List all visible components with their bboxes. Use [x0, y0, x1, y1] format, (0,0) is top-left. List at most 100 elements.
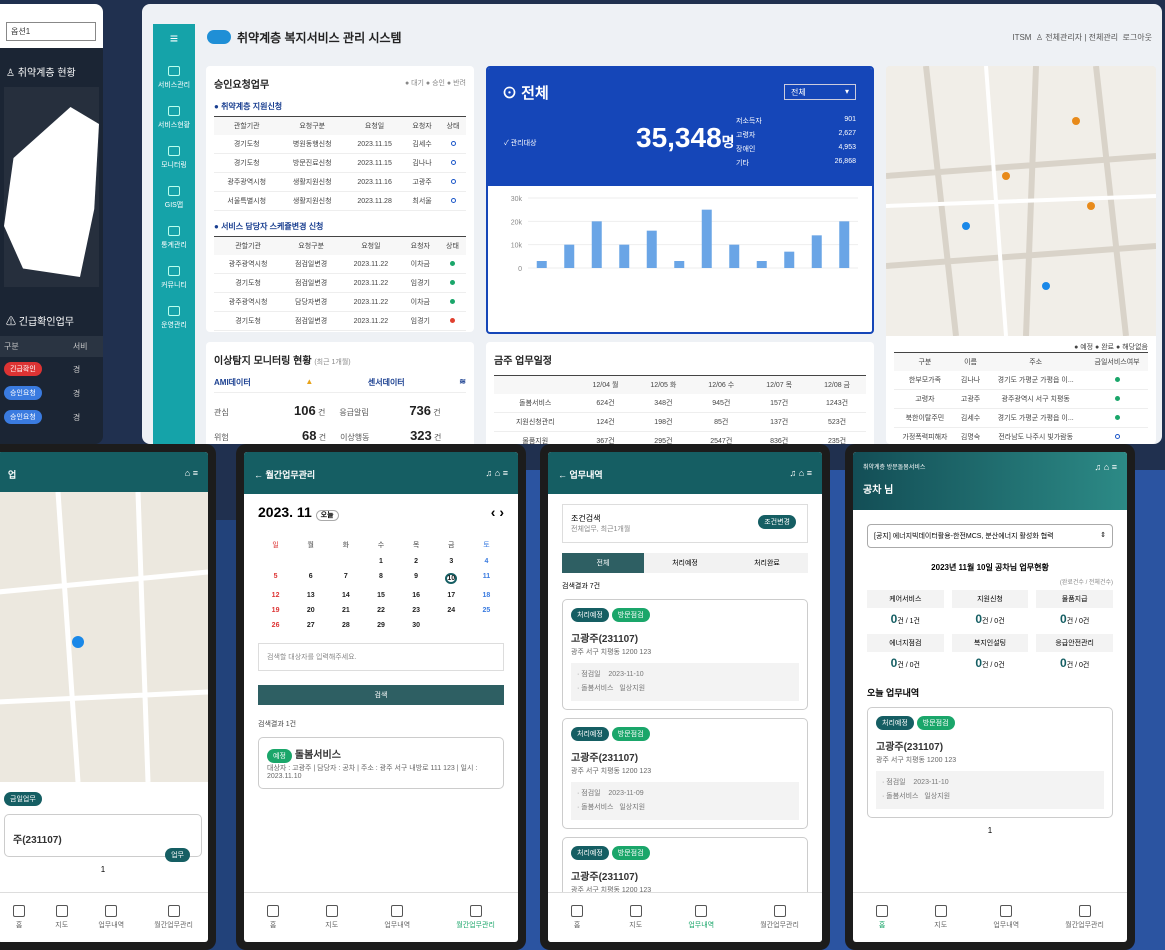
- tab-map[interactable]: 지도: [55, 905, 68, 930]
- tab-monthly[interactable]: 월간업무관리: [456, 905, 495, 930]
- calendar-day[interactable]: 13: [293, 592, 328, 599]
- list-item[interactable]: 처리예정방문점검고광주(231107)광주 서구 치평동 1200 123· 점…: [562, 599, 808, 710]
- table-row[interactable]: 광주광역시청 점검일변경 2023.11.22 이차금: [214, 255, 466, 274]
- itsm-link[interactable]: ITSM: [1012, 33, 1031, 42]
- table-row[interactable]: 경기도청 방문진료신청 2023.11.15 김나나: [214, 153, 466, 173]
- calendar-day[interactable]: 7: [328, 573, 363, 584]
- tab-history[interactable]: 업무내역: [98, 905, 124, 930]
- result-item[interactable]: 예정 돌봄서비스 대상자 : 고광주 | 담당자 : 공차 | 주소 : 광주 서구…: [258, 737, 504, 789]
- bar[interactable]: [839, 221, 850, 268]
- table-row[interactable]: 물품지원 367건 295건 2547건 836건 235건: [494, 431, 866, 444]
- calendar-day[interactable]: 28: [328, 622, 363, 629]
- phone-map[interactable]: [0, 491, 208, 783]
- tab-home[interactable]: 홈: [13, 905, 26, 930]
- table-row[interactable]: 한부모가족 김나나 경기도 가평군 가평읍 이...: [894, 371, 1148, 390]
- calendar-day[interactable]: 19: [258, 607, 293, 614]
- tab-history[interactable]: 업무내역: [993, 905, 1019, 930]
- bar[interactable]: [564, 244, 575, 268]
- status-cell[interactable]: 복지인설팅 0건 / 0건: [951, 634, 1029, 670]
- tab-home[interactable]: 홈: [267, 905, 280, 930]
- tab-home[interactable]: 홈: [571, 905, 584, 930]
- list-item[interactable]: 처리예정방문점검고광주(231107)광주 서구 치평동 1200 123· 점…: [867, 707, 1113, 818]
- bar[interactable]: [619, 244, 630, 268]
- calendar-day[interactable]: 17: [434, 592, 469, 599]
- status-cell[interactable]: 지원신청 0건 / 0건: [951, 590, 1029, 626]
- bar[interactable]: [729, 244, 740, 268]
- table-row[interactable]: 고령자 고광주 광주광역시 서구 치평동: [894, 389, 1148, 409]
- calendar-day[interactable]: 30: [399, 622, 434, 629]
- bar[interactable]: [701, 209, 712, 268]
- calendar-day[interactable]: 3: [434, 558, 469, 565]
- calendar-day[interactable]: 12: [258, 592, 293, 599]
- section-title[interactable]: ● 서비스 담당자 스케쥴변경 신청: [214, 221, 466, 232]
- admin-link[interactable]: 전체관리: [1089, 33, 1118, 42]
- logout-link[interactable]: 로그아웃: [1123, 33, 1152, 42]
- bar[interactable]: [756, 261, 767, 268]
- monitor-row[interactable]: 위험 68 건 이상행동 323 건: [214, 428, 466, 443]
- sidebar-item[interactable]: 통계관리: [153, 218, 195, 258]
- bar[interactable]: [536, 261, 547, 268]
- gis-map[interactable]: [886, 66, 1156, 336]
- section-title[interactable]: ● 취약계층 지원신청: [214, 101, 466, 112]
- table-row[interactable]: 북한이탈주민 김세수 경기도 가평군 가평읍 이...: [894, 408, 1148, 428]
- sidebar-item[interactable]: 모니터링: [153, 138, 195, 178]
- sidebar-item[interactable]: 서비스관리: [153, 58, 195, 98]
- calendar-day[interactable]: 23: [399, 607, 434, 614]
- month-nav-icon[interactable]: ‹ ›: [491, 504, 504, 520]
- table-row[interactable]: 서울특별시청 생활지원신청 2023.11.28 최서울: [214, 191, 466, 211]
- sidebar-item[interactable]: 커뮤니티: [153, 258, 195, 298]
- calendar-day[interactable]: 18: [469, 592, 504, 599]
- option-select[interactable]: 옵션1: [6, 22, 96, 41]
- tab-monthly[interactable]: 월간업무관리: [1065, 905, 1104, 930]
- bar[interactable]: [646, 230, 657, 268]
- table-row[interactable]: 광주광역시청 생활지원신청 2023.11.16 고광주: [214, 172, 466, 192]
- calendar-day[interactable]: 25: [469, 607, 504, 614]
- calendar-day[interactable]: 20: [293, 607, 328, 614]
- tab-monthly[interactable]: 월간업무관리: [154, 905, 193, 930]
- tab-map[interactable]: 지도: [934, 905, 947, 930]
- search-button[interactable]: 검색: [258, 685, 504, 705]
- table-row[interactable]: 경기도청 병원동행신청 2023.11.15 김세수: [214, 135, 466, 154]
- tab-history[interactable]: 업무내역: [384, 905, 410, 930]
- bell-icon[interactable]: ♫ ⌂ ≡: [486, 468, 508, 478]
- calendar-day[interactable]: 15: [363, 592, 398, 599]
- calendar-day[interactable]: 14: [328, 592, 363, 599]
- page-number[interactable]: 1: [853, 826, 1127, 835]
- table-row[interactable]: 돌봄서비스 624건 348건 945건 157건 1243건: [494, 394, 866, 413]
- total-select[interactable]: 전체 ▾: [784, 84, 856, 100]
- calendar-day[interactable]: 2: [399, 558, 434, 565]
- tab-map[interactable]: 지도: [629, 905, 642, 930]
- bar[interactable]: [784, 251, 795, 268]
- tab-all[interactable]: 전체: [562, 553, 644, 573]
- calendar-day[interactable]: 8: [363, 573, 398, 584]
- tab-home[interactable]: 홈: [876, 905, 889, 930]
- calendar-day[interactable]: 21: [328, 607, 363, 614]
- calendar-day[interactable]: 26: [258, 622, 293, 629]
- calendar-day[interactable]: 16: [399, 592, 434, 599]
- table-row[interactable]: 경기도청 점검일변경 2023.11.22 임경기: [214, 273, 466, 293]
- tab-done[interactable]: 처리완료: [726, 553, 808, 573]
- calendar-day[interactable]: 29: [363, 622, 398, 629]
- table-row[interactable]: 광주광역시청 담당자변경 2023.11.22 이차금: [214, 292, 466, 312]
- tab-planned[interactable]: 처리예정: [644, 553, 726, 573]
- calendar-day[interactable]: 10: [445, 573, 458, 584]
- table-row[interactable]: 지원신청관리 124건 198건 85건 137건 523건: [494, 412, 866, 432]
- calendar-day[interactable]: 1: [363, 558, 398, 565]
- calendar-grid[interactable]: 일 월 화 수 목 금 토 1 2 3 4 5 6 7 8 9 10 11 12 13 14 15 16 17 18 19 20 21…: [258, 540, 504, 629]
- status-cell[interactable]: 케어서비스 0건 / 1건: [867, 590, 944, 626]
- bar[interactable]: [674, 261, 685, 268]
- calendar-day[interactable]: 9: [399, 573, 434, 584]
- tab-monthly[interactable]: 월간업무관리: [760, 905, 799, 930]
- sidebar-item[interactable]: 서비스현황: [153, 98, 195, 138]
- calendar-day[interactable]: 5: [258, 573, 293, 584]
- tab-history[interactable]: 업무내역: [688, 905, 714, 930]
- tab-map[interactable]: 지도: [325, 905, 338, 930]
- sidebar-menu-icon[interactable]: ≡: [153, 24, 195, 58]
- status-cell[interactable]: 물품지급 0건 / 0건: [1036, 590, 1113, 626]
- calendar-day[interactable]: 4: [469, 558, 504, 565]
- page-number[interactable]: 1: [4, 865, 202, 874]
- notice-select[interactable]: [공지] 에너지빅데이터활용-한전MCS, 분산에너지 활성화 협력 ⇕: [867, 524, 1113, 548]
- sidebar-item[interactable]: GIS맵: [153, 178, 195, 218]
- bar[interactable]: [591, 221, 602, 268]
- calendar-day[interactable]: 11: [469, 573, 504, 584]
